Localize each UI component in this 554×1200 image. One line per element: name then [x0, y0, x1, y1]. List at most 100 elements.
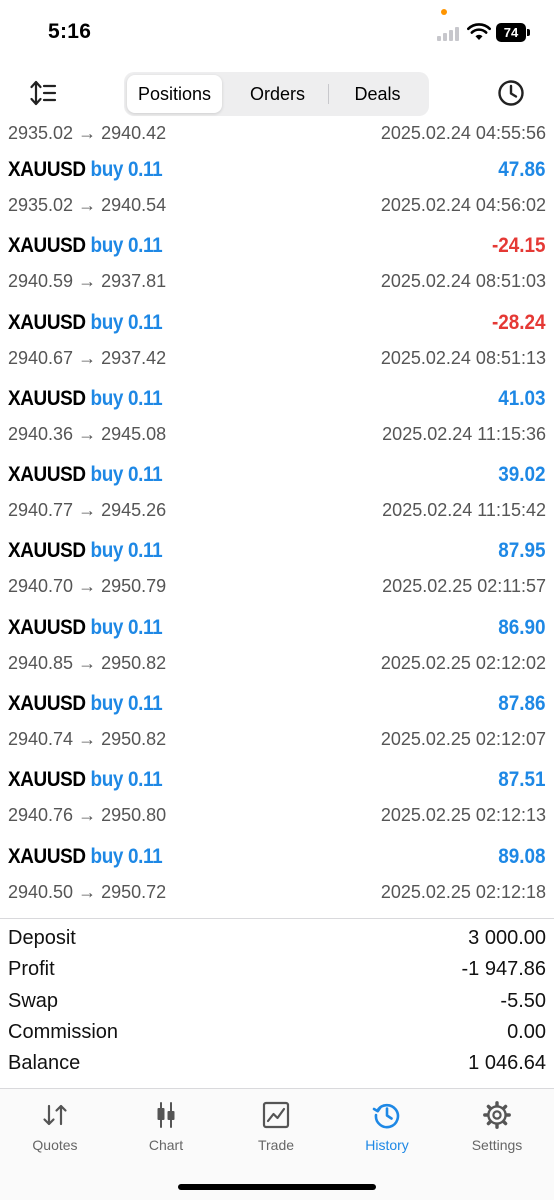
list-item[interactable]: XAUUSD buy 0.11 87.51 2940.76 → 2950.80 … — [0, 728, 554, 825]
symbol-name: XAUUSD — [8, 158, 86, 181]
wifi-icon — [467, 23, 491, 40]
list-item[interactable]: XAUUSD buy 0.11 86.90 2940.85 → 2950.82 … — [0, 576, 554, 673]
trade-datetime: 2025.02.25 02:12:18 — [380, 881, 546, 902]
list-item[interactable]: XAUUSD buy 0.11 39.02 2940.77 → 2945.26 … — [0, 423, 554, 520]
summary-swap: Swap -5.50 — [0, 982, 554, 1013]
trade-side-volume: buy 0.11 — [90, 463, 163, 487]
trade-side-volume: buy 0.11 — [90, 310, 163, 334]
list-item[interactable]: XAUUSD buy 0.11 -28.24 2940.67 → 2937.42… — [0, 271, 554, 368]
trade-profit: 87.95 — [498, 539, 546, 563]
bottom-tab-bar: Quotes Chart Trade History Settings — [0, 1088, 554, 1200]
symbol-name: XAUUSD — [8, 768, 86, 792]
quotes-icon — [43, 1104, 67, 1126]
trade-icon — [262, 1101, 290, 1129]
trade-symbol: XAUUSD buy 0.11 — [8, 234, 163, 258]
symbol-name: XAUUSD — [8, 463, 86, 487]
trade-symbol: XAUUSD buy 0.11 — [8, 768, 163, 792]
tab-label: Trade — [257, 1137, 295, 1153]
summary-value: -5.50 — [500, 989, 546, 1012]
trade-profit: 47.86 — [498, 158, 546, 181]
tab-history[interactable]: History — [332, 1089, 442, 1169]
trade-symbol: XAUUSD buy 0.11 — [8, 463, 163, 487]
tab-label: History — [365, 1137, 409, 1153]
trade-symbol: XAUUSD buy 0.11 — [8, 692, 163, 716]
chart-icon — [157, 1102, 175, 1128]
summary-deposit: Deposit 3 000.00 — [0, 919, 554, 950]
list-item[interactable]: XAUUSD buy 0.11 87.86 2940.74 → 2950.82 … — [0, 652, 554, 749]
tab-chart[interactable]: Chart — [111, 1089, 221, 1169]
tab-orders[interactable]: Orders — [228, 75, 327, 113]
trade-side-volume: buy 0.11 — [90, 692, 163, 716]
sort-icon[interactable] — [28, 78, 58, 108]
trade-profit: -28.24 — [492, 310, 546, 334]
history-toolbar: Positions Orders Deals — [0, 64, 554, 120]
summary-label: Profit — [8, 958, 55, 981]
tab-quotes[interactable]: Quotes — [0, 1089, 110, 1169]
trade-profit: -24.15 — [492, 234, 546, 258]
trade-side-volume: buy 0.11 — [90, 158, 163, 181]
summary-balance: Balance 1 046.64 — [0, 1044, 554, 1075]
symbol-name: XAUUSD — [8, 310, 86, 334]
list-item[interactable]: XAUUSD buy 0.11 41.03 2940.36 → 2945.08 … — [0, 347, 554, 444]
status-time: 5:16 — [48, 20, 92, 43]
symbol-name: XAUUSD — [8, 234, 86, 258]
list-item[interactable]: XAUUSD buy 0.11 89.08 2940.50 → 2950.72 … — [0, 805, 554, 902]
history-segmented-control: Positions Orders Deals — [124, 72, 429, 116]
summary-label: Deposit — [8, 927, 76, 949]
trade-symbol: XAUUSD buy 0.11 — [8, 386, 163, 411]
tab-settings[interactable]: Settings — [442, 1089, 552, 1169]
status-bar: 5:16 74 — [0, 0, 554, 64]
positions-list[interactable]: 2935.02 → 2940.42 2025.02.24 04:55:56 XA… — [0, 118, 554, 916]
summary-value: 1 046.64 — [468, 1052, 546, 1075]
cellular-signal-icon — [437, 25, 463, 41]
trade-profit: 89.08 — [498, 844, 546, 868]
settings-icon — [483, 1101, 511, 1129]
trade-side-volume: buy 0.11 — [90, 539, 163, 563]
trade-profit: 39.02 — [498, 463, 546, 487]
summary-label: Commission — [8, 1020, 119, 1043]
list-item[interactable]: XAUUSD buy 0.11 47.86 2935.02 → 2940.54 … — [0, 118, 554, 215]
summary-value: 0.00 — [507, 1020, 546, 1043]
trade-profit: 87.51 — [498, 768, 546, 792]
trade-symbol: XAUUSD buy 0.11 — [8, 310, 163, 335]
clock-icon[interactable] — [496, 78, 526, 108]
trade-symbol: XAUUSD buy 0.11 — [8, 844, 163, 869]
summary-label: Swap — [8, 989, 59, 1012]
summary-value: -1 947.86 — [461, 958, 546, 981]
tab-label: Quotes — [32, 1137, 78, 1153]
tab-positions[interactable]: Positions — [127, 75, 222, 113]
trade-profit: 41.03 — [498, 386, 546, 410]
account-summary: Deposit 3 000.00 Profit -1 947.86 Swap -… — [0, 918, 554, 1086]
home-indicator — [178, 1184, 376, 1190]
summary-value: 3 000.00 — [468, 927, 546, 949]
trade-symbol: XAUUSD buy 0.11 — [8, 158, 163, 182]
list-item[interactable]: XAUUSD buy 0.11 -24.15 2940.59 → 2937.81… — [0, 194, 554, 291]
tab-label: Chart — [148, 1137, 184, 1153]
trade-profit: 87.86 — [498, 692, 546, 716]
tab-deals[interactable]: Deals — [329, 75, 426, 113]
symbol-name: XAUUSD — [8, 539, 86, 563]
symbol-name: XAUUSD — [8, 692, 86, 716]
trade-side-volume: buy 0.11 — [90, 615, 163, 639]
trade-symbol: XAUUSD buy 0.11 — [8, 615, 163, 640]
trade-profit: 86.90 — [498, 615, 546, 639]
trade-symbol: XAUUSD buy 0.11 — [8, 539, 163, 563]
trade-side-volume: buy 0.11 — [90, 844, 163, 868]
summary-label: Balance — [8, 1052, 81, 1075]
symbol-name: XAUUSD — [8, 615, 86, 639]
trade-prices: 2940.50 → 2950.72 — [8, 881, 167, 902]
summary-profit: Profit -1 947.86 — [0, 950, 554, 981]
symbol-name: XAUUSD — [8, 844, 86, 868]
trade-side-volume: buy 0.11 — [90, 386, 163, 410]
tab-trade[interactable]: Trade — [221, 1089, 331, 1169]
symbol-name: XAUUSD — [8, 386, 86, 410]
list-item[interactable]: XAUUSD buy 0.11 87.95 2940.70 → 2950.79 … — [0, 499, 554, 596]
battery-icon: 74 — [496, 23, 526, 42]
history-icon — [372, 1103, 400, 1129]
summary-commission: Commission 0.00 — [0, 1013, 554, 1044]
trade-side-volume: buy 0.11 — [90, 768, 163, 792]
privacy-indicator-dot — [441, 9, 447, 15]
battery-cap — [527, 29, 530, 36]
tab-label: Settings — [471, 1137, 523, 1153]
trade-side-volume: buy 0.11 — [90, 234, 163, 258]
